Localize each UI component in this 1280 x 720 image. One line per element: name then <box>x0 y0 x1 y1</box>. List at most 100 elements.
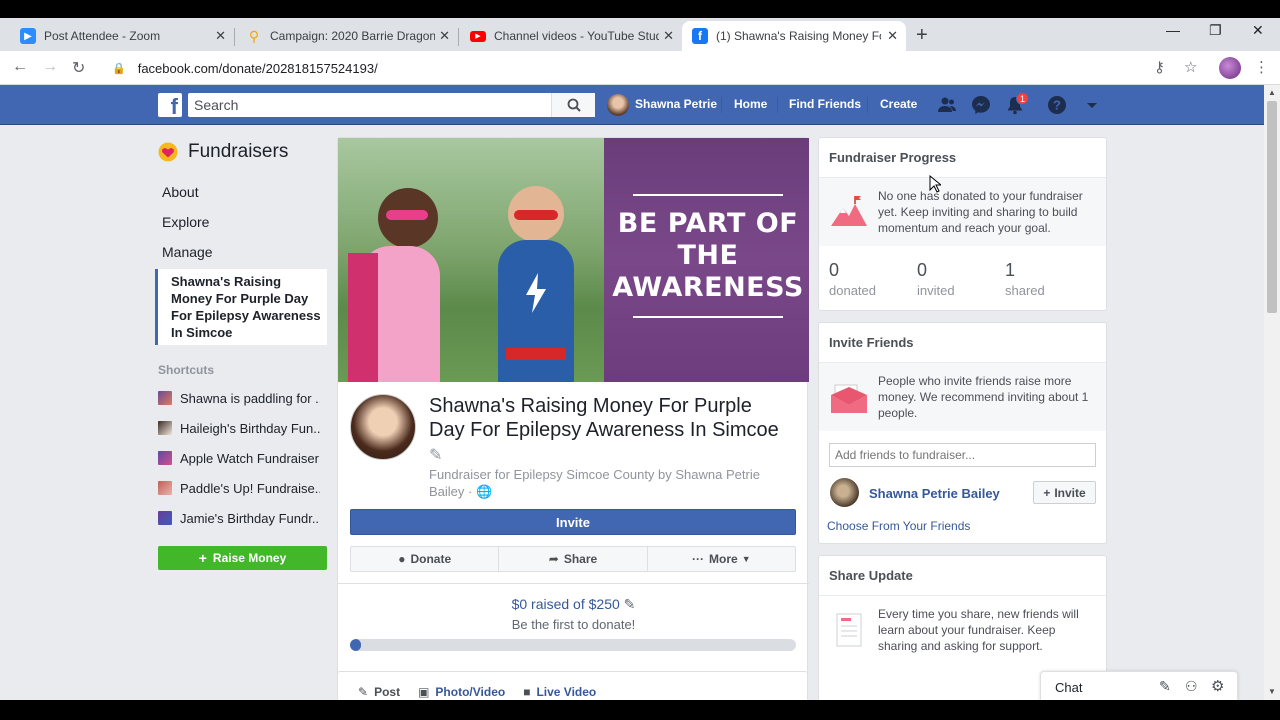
url-text[interactable]: facebook.com/donate/202818157524193/ <box>138 61 378 76</box>
divider <box>867 97 868 113</box>
key-icon[interactable]: ⚷ <box>1154 58 1165 76</box>
edit-pencil-icon[interactable]: ✎ <box>429 447 442 464</box>
donate-label: Donate <box>410 552 452 566</box>
friend-name-link[interactable]: Shawna Petrie Bailey <box>869 486 1000 501</box>
profile-avatar[interactable] <box>1219 57 1241 79</box>
search-input[interactable] <box>188 94 548 116</box>
friend-suggestion: Shawna Petrie Bailey + Invite <box>819 470 1106 516</box>
mouse-cursor-icon <box>929 175 941 193</box>
sidebar-item-about[interactable]: About <box>155 177 330 207</box>
account-menu-icon[interactable] <box>1082 95 1102 115</box>
tab-title: Channel videos - YouTube Studio <box>494 29 659 43</box>
scrollbar-thumb[interactable] <box>1267 101 1277 313</box>
friend-avatar[interactable] <box>830 478 859 507</box>
user-name-link[interactable]: Shawna Petrie <box>635 97 717 111</box>
star-icon[interactable]: ☆ <box>1184 58 1197 76</box>
shortcut-label: Shawna is paddling for ... <box>180 390 320 406</box>
invite-card-heading: Invite Friends <box>819 323 1106 363</box>
shortcut-item[interactable]: Haileigh's Birthday Fun... <box>155 413 330 443</box>
shortcut-item[interactable]: Shawna is paddling for ... <box>155 383 330 413</box>
friend-requests-icon[interactable] <box>937 95 957 115</box>
menu-dots-icon[interactable]: ⋮ <box>1254 58 1269 76</box>
home-link[interactable]: Home <box>734 97 767 111</box>
live-video-tab[interactable]: ■ Live Video <box>523 685 596 699</box>
shortcut-item[interactable]: Paddle's Up! Fundraise... <box>155 473 330 503</box>
facebook-logo-icon[interactable]: f <box>158 93 182 117</box>
organizer-avatar[interactable] <box>350 394 416 460</box>
progress-area: $0 raised of $250 ✎ Be the first to dona… <box>338 583 809 663</box>
choose-friends-link[interactable]: Choose From Your Friends <box>819 516 1106 543</box>
restore-icon[interactable]: ❐ <box>1209 22 1222 39</box>
left-sidebar: Fundraisers About Explore Manage Shawna'… <box>155 137 330 570</box>
window-close-icon[interactable]: ✕ <box>1252 22 1264 39</box>
stat-value: 1 <box>1005 260 1016 280</box>
close-icon[interactable]: ✕ <box>663 28 674 44</box>
progress-bar <box>350 639 796 651</box>
fundraisers-heart-icon <box>158 142 178 162</box>
chat-label: Chat <box>1055 680 1083 695</box>
shortcut-thumbnail <box>158 511 172 525</box>
tab-zoom[interactable]: ▶ Post Attendee - Zoom ✕ <box>10 21 234 51</box>
help-icon[interactable]: ? <box>1047 95 1067 115</box>
zoom-icon: ▶ <box>20 28 36 44</box>
new-message-icon[interactable]: ✎ <box>1159 678 1171 695</box>
invite-info-text: People who invite friends raise more mon… <box>878 374 1089 420</box>
sidebar-item-manage[interactable]: Manage <box>155 237 330 267</box>
invite-friends-card: Invite Friends People who invite friends… <box>818 322 1107 544</box>
share-arrow-icon: ➦ <box>548 552 559 566</box>
tab-youtube[interactable]: ▶ Channel videos - YouTube Studio ✕ <box>460 21 682 51</box>
page-scrollbar[interactable]: ▲ ▼ <box>1264 85 1280 700</box>
scroll-up-icon[interactable]: ▲ <box>1268 88 1276 97</box>
fundraiser-title: Shawna's Raising Money For Purple Day Fo… <box>429 394 779 468</box>
share-info: Every time you share, new friends will l… <box>819 596 1106 664</box>
progress-card-heading: Fundraiser Progress <box>819 138 1106 178</box>
messenger-icon[interactable] <box>971 95 991 115</box>
add-friends-input[interactable] <box>829 443 1096 467</box>
new-tab-icon[interactable]: + <box>916 24 928 47</box>
user-avatar[interactable] <box>607 94 629 116</box>
globe-icon: 🌐 <box>475 484 493 499</box>
create-link[interactable]: Create <box>880 97 917 111</box>
tab-separator <box>234 28 235 46</box>
back-icon[interactable]: ← <box>12 58 28 76</box>
scroll-down-icon[interactable]: ▼ <box>1268 687 1276 696</box>
donate-button[interactable]: ● Donate <box>351 547 500 571</box>
omnibox[interactable]: 🔒 facebook.com/donate/202818157524193/ <box>104 54 1214 82</box>
sidebar-item-active-fundraiser[interactable]: Shawna's Raising Money For Purple Day Fo… <box>155 269 327 345</box>
tab-campaign[interactable]: ⚲ Campaign: 2020 Barrie Dragon B ✕ <box>236 21 458 51</box>
chat-bar[interactable]: Chat ✎ ⚇ ⚙ <box>1040 671 1238 701</box>
sidebar-item-explore[interactable]: Explore <box>155 207 330 237</box>
photo-video-tab[interactable]: ▣ Photo/Video <box>418 685 505 699</box>
invite-info: People who invite friends raise more mon… <box>819 363 1106 431</box>
raise-money-button[interactable]: + Raise Money <box>158 546 327 570</box>
sidebar-title: Fundraisers <box>188 141 289 162</box>
raised-amount: $0 raised of $250 ✎ <box>338 596 809 613</box>
fundraiser-progress-card: Fundraiser Progress No one has donated t… <box>818 137 1107 311</box>
cover-text: BE PART OF THE AWARENESS <box>612 208 804 303</box>
invite-friend-button[interactable]: + Invite <box>1033 481 1096 504</box>
chevron-down-icon: ▼ <box>741 554 751 564</box>
reload-icon[interactable]: ↻ <box>72 58 85 78</box>
forward-icon[interactable]: → <box>42 58 58 76</box>
minimize-icon[interactable]: — <box>1166 22 1180 38</box>
sidebar-header: Fundraisers <box>155 137 330 167</box>
chat-settings-icon[interactable]: ⚙ <box>1211 677 1224 695</box>
post-tab[interactable]: ✎ Post <box>358 685 400 699</box>
progress-info-text: No one has donated to your fundraiser ye… <box>878 189 1083 235</box>
close-icon[interactable]: ✕ <box>439 28 450 44</box>
invite-button[interactable]: Invite <box>350 509 796 535</box>
find-friends-link[interactable]: Find Friends <box>789 97 861 111</box>
close-icon[interactable]: ✕ <box>215 28 226 44</box>
more-button[interactable]: ··· More ▼ <box>648 547 795 571</box>
close-icon[interactable]: ✕ <box>887 28 898 44</box>
share-info-text: Every time you share, new friends will l… <box>878 607 1079 653</box>
shortcut-item[interactable]: Jamie's Birthday Fundr... <box>155 503 330 533</box>
search-button[interactable] <box>551 93 595 117</box>
post-label: Post <box>374 685 401 699</box>
tab-facebook[interactable]: f (1) Shawna's Raising Money For ✕ <box>682 21 906 51</box>
facebook-top-bar: f Shawna Petrie Home Find Friends Create… <box>0 85 1264 125</box>
edit-goal-icon[interactable]: ✎ <box>624 596 636 612</box>
group-chat-icon[interactable]: ⚇ <box>1185 678 1198 695</box>
share-button[interactable]: ➦ Share <box>499 547 648 571</box>
shortcut-item[interactable]: Apple Watch Fundraiser <box>155 443 330 473</box>
